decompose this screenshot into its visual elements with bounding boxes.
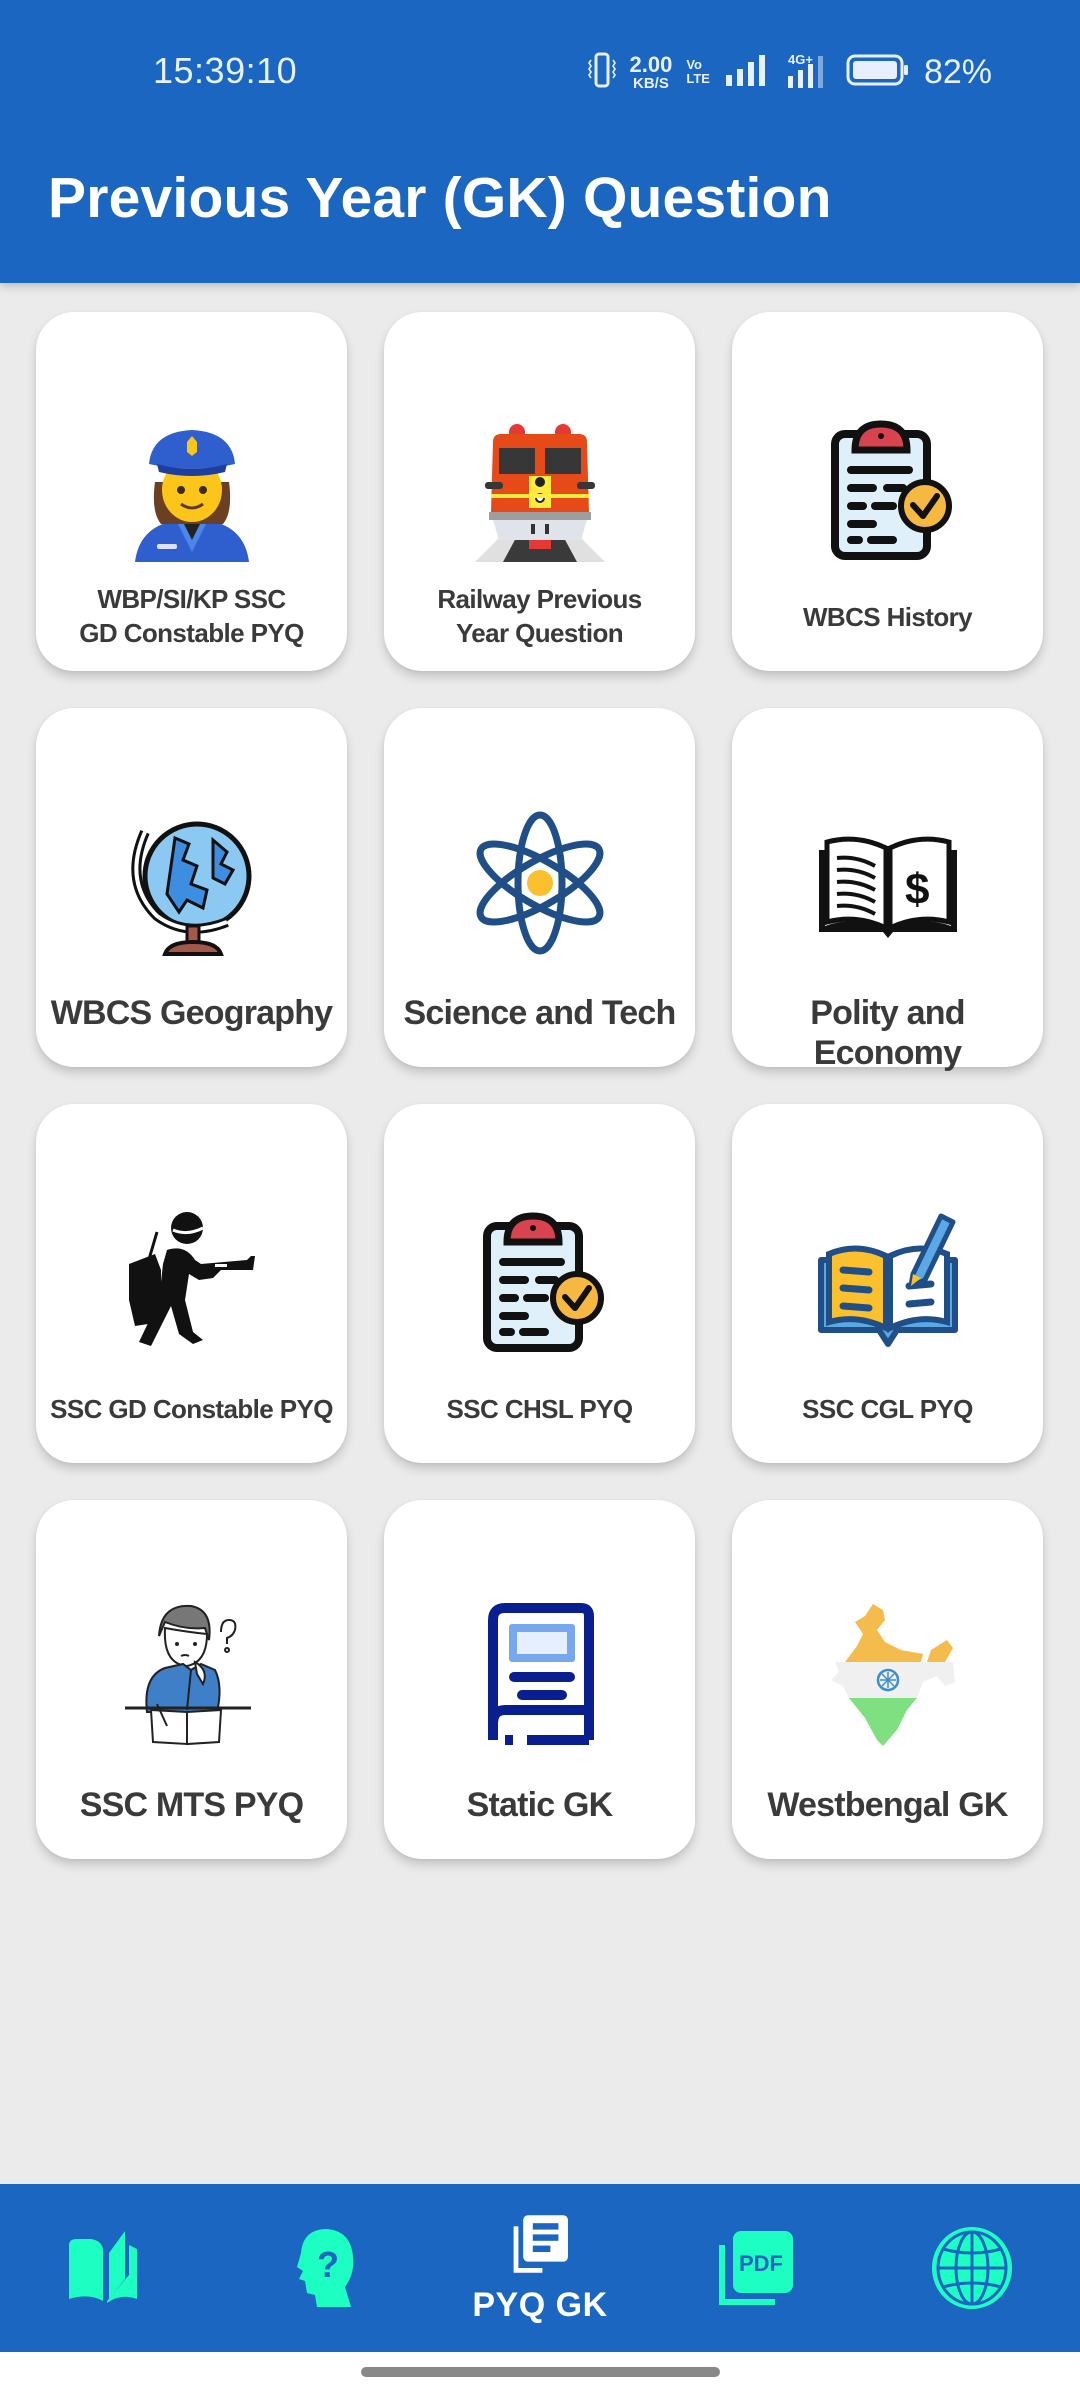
nav-item-pdf[interactable]: PDF — [648, 2184, 864, 2352]
svg-text:?: ? — [317, 2244, 339, 2285]
category-label: Science and Tech — [403, 994, 677, 1032]
category-card-westbengal-gk[interactable]: Westbengal GK — [732, 1500, 1043, 1859]
category-label: SSC CGL PYQ — [802, 1394, 973, 1424]
nav-label-pyq-gk: PYQ GK — [472, 2285, 608, 2324]
home-gesture-bar[interactable] — [361, 2367, 720, 2377]
category-card-ssc-chsl[interactable]: SSC CHSL PYQ — [384, 1104, 695, 1463]
globe-icon — [932, 2227, 1012, 2309]
book-pencil-icon — [813, 1204, 963, 1354]
category-card-railway[interactable]: Railway Previous Year Question — [384, 312, 695, 671]
category-grid: WBP/SI/KP SSC GD Constable PYQ Railway P… — [36, 312, 1043, 1859]
category-card-wbcs-history[interactable]: WBCS History — [732, 312, 1043, 671]
nav-item-quiz[interactable]: ? — [216, 2184, 432, 2352]
clipboard-check-icon — [813, 412, 963, 562]
category-label: Railway Previous Year Question — [437, 584, 642, 648]
police-officer-icon — [117, 412, 267, 562]
category-label: Polity and Economy — [810, 994, 965, 1072]
category-card-wbp-si-kp[interactable]: WBP/SI/KP SSC GD Constable PYQ — [36, 312, 347, 671]
bottom-nav: ? PYQ GK PDF — [0, 2184, 1080, 2352]
train-icon — [465, 412, 615, 562]
soldier-icon — [117, 1204, 267, 1354]
network-speed: 2.00 KB/S — [629, 51, 673, 92]
page-title: Previous Year (GK) Question — [48, 166, 832, 230]
category-label: Static GK — [466, 1786, 614, 1824]
category-card-science-tech[interactable]: Science and Tech — [384, 708, 695, 1067]
category-label: WBCS History — [802, 602, 973, 632]
category-card-wbcs-geography[interactable]: WBCS Geography — [36, 708, 347, 1067]
status-bar: 15:39:10 2.00 KB/S Vo LTE 4G+ 82% — [0, 0, 1080, 140]
category-label: WBCS Geography — [50, 994, 333, 1032]
category-card-ssc-gd[interactable]: SSC GD Constable PYQ — [36, 1104, 347, 1463]
book-dollar-icon: $ — [813, 808, 963, 958]
signal-4g-icon: 4G+ — [782, 50, 832, 95]
app-bar: 15:39:10 2.00 KB/S Vo LTE 4G+ 82% Previo… — [0, 0, 1080, 283]
battery-percent: 82% — [923, 52, 992, 91]
open-book-icon — [69, 2231, 137, 2303]
globe-icon — [117, 808, 267, 958]
status-icons: 2.00 KB/S Vo LTE 4G+ 82% — [587, 50, 992, 95]
nav-item-web[interactable] — [864, 2184, 1080, 2352]
nav-item-pyq-gk[interactable]: PYQ GK — [432, 2184, 648, 2352]
india-map-icon — [813, 1600, 963, 1750]
vibrate-icon — [587, 50, 616, 95]
category-card-ssc-cgl[interactable]: SSC CGL PYQ — [732, 1104, 1043, 1463]
signal-icon — [724, 53, 768, 92]
battery-icon — [846, 53, 910, 92]
atom-icon — [465, 808, 615, 958]
status-time: 15:39:10 — [153, 50, 298, 91]
category-card-ssc-mts[interactable]: SSC MTS PYQ — [36, 1500, 347, 1859]
head-question-icon: ? — [297, 2229, 354, 2307]
svg-text:PDF: PDF — [739, 2251, 783, 2276]
category-card-polity-economy[interactable]: $ Polity and Economy — [732, 708, 1043, 1072]
clipboard-check-icon — [465, 1204, 615, 1354]
category-card-static-gk[interactable]: Static GK — [384, 1500, 695, 1859]
category-label: SSC MTS PYQ — [79, 1786, 304, 1824]
nav-item-read[interactable] — [0, 2184, 216, 2352]
category-label: SSC GD Constable PYQ — [50, 1394, 333, 1424]
volte-indicator: Vo LTE — [686, 56, 710, 86]
pdf-icon: PDF — [719, 2231, 793, 2305]
library-books-icon — [513, 2214, 568, 2273]
student-thinking-icon — [117, 1600, 267, 1750]
category-label: Westbengal GK — [767, 1786, 1008, 1824]
category-label: WBP/SI/KP SSC GD Constable PYQ — [79, 584, 304, 648]
book-icon — [465, 1600, 615, 1750]
svg-text:$: $ — [905, 865, 929, 914]
category-label: SSC CHSL PYQ — [446, 1394, 634, 1424]
